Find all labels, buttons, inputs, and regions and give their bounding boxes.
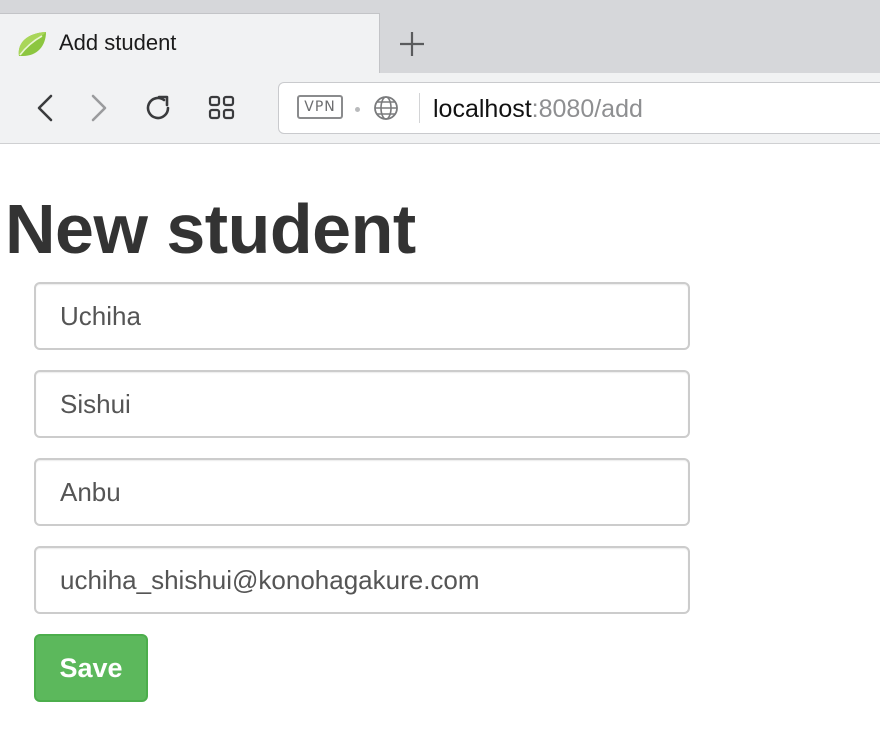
page-content: New student Save <box>0 145 880 754</box>
tab-strip: Add student <box>0 0 880 73</box>
url-path: :8080/add <box>531 95 643 123</box>
reload-icon[interactable] <box>140 90 176 126</box>
browser-toolbar: VPN localhost:8080/add <box>0 73 880 144</box>
tab-title: Add student <box>59 30 177 55</box>
back-arrow-icon[interactable] <box>28 90 64 126</box>
browser-tab[interactable]: Add student <box>0 13 380 73</box>
save-button[interactable]: Save <box>34 634 148 702</box>
spring-leaf-icon <box>15 29 49 59</box>
first-name-input[interactable] <box>34 282 690 350</box>
vpn-badge[interactable]: VPN <box>297 95 343 119</box>
url-text[interactable]: localhost:8080/add <box>433 94 643 124</box>
url-host: localhost <box>433 95 532 123</box>
separator-dot <box>355 107 360 112</box>
globe-icon[interactable] <box>373 95 399 121</box>
plus-icon[interactable] <box>392 24 432 64</box>
address-bar[interactable]: VPN localhost:8080/add <box>278 82 880 134</box>
last-name-input[interactable] <box>34 370 690 438</box>
page-title: New student <box>5 190 416 268</box>
grid-icon[interactable] <box>204 90 240 126</box>
faculty-input[interactable] <box>34 458 690 526</box>
url-separator <box>419 93 420 123</box>
forward-arrow-icon[interactable] <box>80 90 116 126</box>
email-input[interactable] <box>34 546 690 614</box>
